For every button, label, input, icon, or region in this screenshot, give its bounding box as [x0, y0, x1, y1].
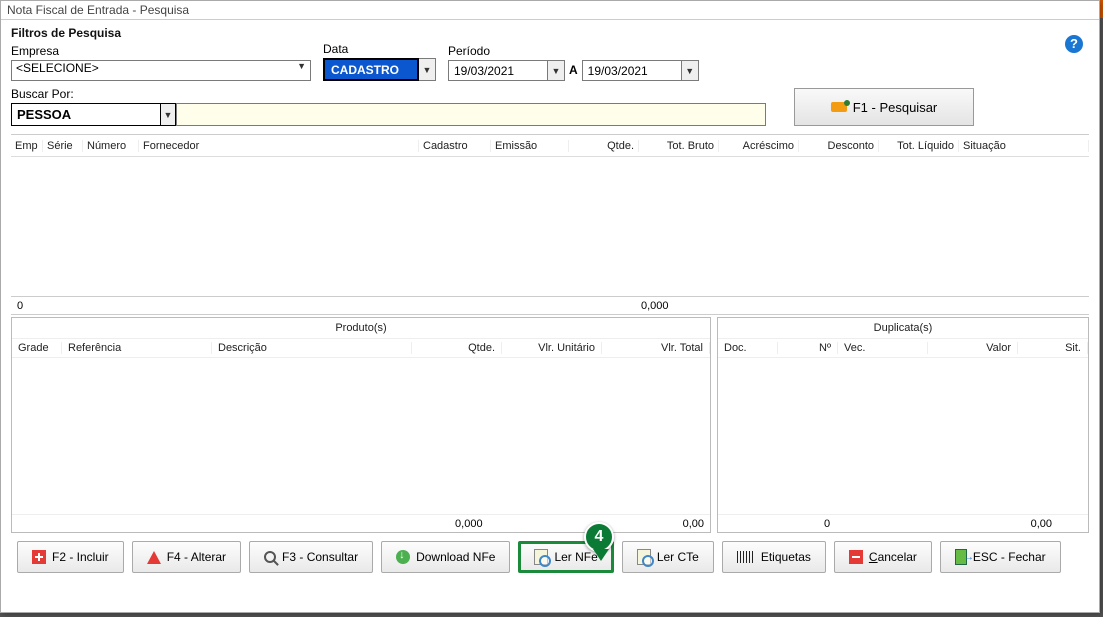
consultar-button[interactable]: F3 - Consultar	[249, 541, 373, 573]
buscar-arrow[interactable]: ▼	[161, 103, 176, 126]
col-acrescimo[interactable]: Acréscimo	[719, 140, 799, 152]
products-foot-total: 0,00	[683, 518, 704, 530]
data-value: CADASTRO	[331, 63, 399, 77]
col-vlrunit[interactable]: Vlr. Unitário	[502, 342, 602, 354]
products-foot-qtde: 0,000	[455, 518, 483, 530]
periodo-from-arrow[interactable]: ▼	[548, 60, 565, 81]
alterar-button[interactable]: F4 - Alterar	[132, 541, 241, 573]
filter-header: Filtros de Pesquisa	[11, 26, 1089, 40]
products-panel: Produto(s) Grade Referência Descrição Qt…	[11, 317, 711, 533]
chevron-down-icon: ▼	[685, 66, 694, 76]
toolbar: F2 - Incluir F4 - Alterar F3 - Consultar…	[11, 533, 1089, 579]
col-doc[interactable]: Doc.	[718, 342, 778, 354]
chevron-down-icon: ▼	[164, 110, 173, 120]
products-title: Produto(s)	[12, 318, 710, 338]
col-numero[interactable]: Número	[83, 140, 139, 152]
chevron-down-icon: ▼	[297, 61, 306, 71]
search-icon	[264, 551, 276, 563]
empresa-select[interactable]: <SELECIONE> ▼	[11, 60, 311, 81]
col-totbruto[interactable]: Tot. Bruto	[639, 140, 719, 152]
duplicatas-body[interactable]	[718, 358, 1088, 514]
dup-foot-valor: 0,00	[1031, 518, 1052, 530]
col-vlrtotal[interactable]: Vlr. Total	[602, 342, 710, 354]
search-truck-icon	[831, 102, 847, 112]
empresa-label: Empresa	[11, 44, 311, 58]
data-label: Data	[323, 42, 436, 56]
col-emissao[interactable]: Emissão	[491, 140, 569, 152]
col-grade[interactable]: Grade	[12, 342, 62, 354]
buscar-select[interactable]: PESSOA	[11, 103, 161, 126]
document-search-icon	[637, 549, 651, 565]
summary-count: 0	[17, 300, 23, 312]
col-situacao[interactable]: Situação	[959, 140, 1089, 152]
buscar-label: Buscar Por:	[11, 87, 766, 101]
col-emp[interactable]: Emp	[11, 140, 43, 152]
incluir-button[interactable]: F2 - Incluir	[17, 541, 124, 573]
col-serie[interactable]: Série	[43, 140, 83, 152]
grid-body[interactable]	[11, 157, 1089, 297]
edit-icon	[147, 551, 161, 564]
col-vec[interactable]: Vec.	[838, 342, 928, 354]
chevron-down-icon: ▼	[423, 65, 432, 75]
main-window: Nota Fiscal de Entrada - Pesquisa Filtro…	[0, 0, 1100, 613]
col-qtde[interactable]: Qtde.	[569, 140, 639, 152]
col-sit[interactable]: Sit.	[1018, 342, 1088, 354]
col-no[interactable]: Nº	[778, 342, 838, 354]
dup-foot-count: 0	[824, 518, 830, 530]
col-cadastro[interactable]: Cadastro	[419, 140, 491, 152]
periodo-label: Período	[448, 44, 699, 58]
minus-icon	[849, 550, 863, 564]
ler-cte-button[interactable]: Ler CTe	[622, 541, 714, 573]
col-descricao[interactable]: Descrição	[212, 342, 412, 354]
col-totliquido[interactable]: Tot. Líquido	[879, 140, 959, 152]
exit-icon	[955, 549, 967, 565]
periodo-to-input[interactable]: 19/03/2021	[582, 60, 682, 81]
main-grid: Emp Série Número Fornecedor Cadastro Emi…	[11, 134, 1089, 315]
fechar-button[interactable]: ESC - Fechar	[940, 541, 1061, 573]
col-desconto[interactable]: Desconto	[799, 140, 879, 152]
empresa-value: <SELECIONE>	[16, 61, 99, 75]
periodo-separator: A	[569, 63, 578, 79]
products-body[interactable]	[12, 358, 710, 514]
help-icon[interactable]: ?	[1065, 35, 1083, 53]
buscar-input[interactable]	[176, 103, 766, 126]
col-fornecedor[interactable]: Fornecedor	[139, 140, 419, 152]
barcode-icon	[737, 551, 755, 563]
cancelar-button[interactable]: Cancelar	[834, 541, 932, 573]
etiquetas-button[interactable]: Etiquetas	[722, 541, 826, 573]
duplicatas-title: Duplicata(s)	[718, 318, 1088, 338]
pesquisar-button[interactable]: F1 - Pesquisar	[794, 88, 974, 126]
col-referencia[interactable]: Referência	[62, 342, 212, 354]
periodo-to-arrow[interactable]: ▼	[682, 60, 699, 81]
data-select-arrow[interactable]: ▼	[419, 58, 436, 81]
download-nfe-button[interactable]: Download NFe	[381, 541, 510, 573]
data-select[interactable]: CADASTRO	[323, 58, 419, 81]
window-title: Nota Fiscal de Entrada - Pesquisa	[1, 1, 1099, 20]
document-search-icon	[534, 549, 548, 565]
grid-header-row: Emp Série Número Fornecedor Cadastro Emi…	[11, 135, 1089, 157]
duplicatas-panel: Duplicata(s) Doc. Nº Vec. Valor Sit. 0 0…	[717, 317, 1089, 533]
summary-qtde: 0,000	[641, 300, 669, 312]
periodo-from-input[interactable]: 19/03/2021	[448, 60, 548, 81]
col-p-qtde[interactable]: Qtde.	[412, 342, 502, 354]
plus-icon	[32, 550, 46, 564]
download-icon	[396, 550, 410, 564]
chevron-down-icon: ▼	[552, 66, 561, 76]
annotation-marker: 4	[584, 522, 616, 562]
col-valor[interactable]: Valor	[928, 342, 1018, 354]
grid-summary: 0 0,000	[11, 297, 1089, 315]
